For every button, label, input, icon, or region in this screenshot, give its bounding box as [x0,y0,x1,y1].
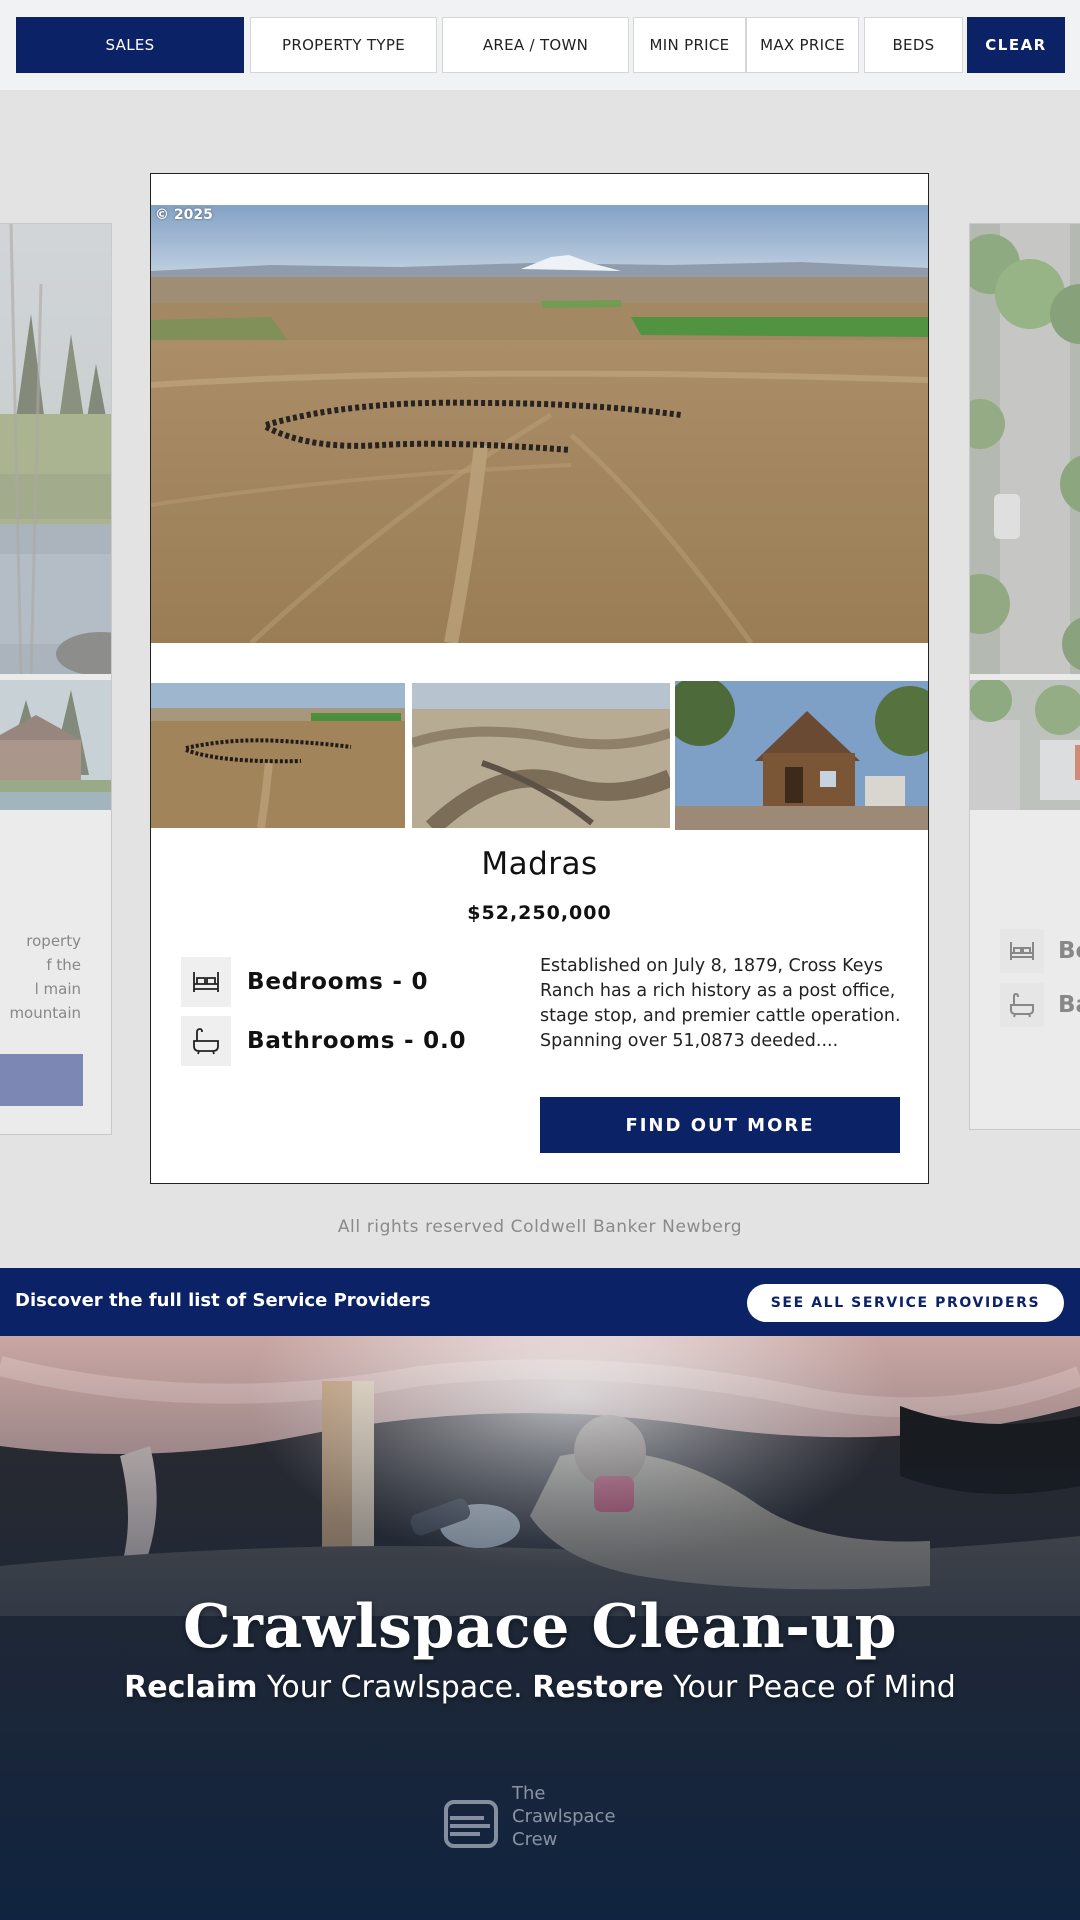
logo-line: Crawlspace [512,1806,616,1827]
logo-line: Crew [512,1829,558,1850]
bathrooms-feature: Bathrooms - 0.0 [181,1016,466,1066]
filter-area-town-dropdown[interactable]: AREA / TOWN [442,17,629,73]
description-line: mountain [9,1004,81,1022]
bathrooms-label: Ba [1058,992,1080,1018]
subtitle-text-2: Your Peace of Mind [663,1670,956,1705]
photo-copyright: © 2025 [155,207,213,223]
listing-thumbnail-1[interactable] [151,683,405,828]
listing-hero-photo[interactable] [151,205,928,643]
banner-subtitle: Reclaim Your Crawlspace. Restore Your Pe… [0,1670,1080,1705]
next-listing-card[interactable]: Be Ba [969,223,1080,1130]
listing-card: © 2025 Madras $52,250,000 Bedrooms - 0 B… [150,173,929,1184]
listing-price: $52,250,000 [467,902,612,924]
logo-mark-icon [444,1800,498,1848]
next-listing-bedrooms: Be [1000,929,1080,973]
bathtub-icon [1000,983,1044,1027]
next-listing-bathrooms: Ba [1000,983,1080,1027]
logo-line: The [512,1783,546,1804]
filter-beds-dropdown[interactable]: BEDS [864,17,963,73]
bathtub-icon [181,1016,231,1066]
listing-town: Madras [481,846,598,882]
crawlspace-banner[interactable]: Crawlspace Clean-up Reclaim Your Crawlsp… [0,1336,1080,1920]
description-line: roperty [26,932,81,950]
clear-filters-button[interactable]: CLEAR [967,17,1065,73]
subtitle-text-1: Your Crawlspace. [257,1670,533,1705]
service-providers-band: Discover the full list of Service Provid… [0,1268,1080,1336]
crawlspace-crew-logo: The Crawlspace Crew [440,1782,640,1862]
bedrooms-label: Be [1058,938,1080,964]
filter-sales-button[interactable]: SALES [16,17,244,73]
subtitle-bold-1: Reclaim [124,1670,258,1705]
description-line: f the [46,956,81,974]
filter-max-price-dropdown[interactable]: MAX PRICE [746,17,859,73]
bedrooms-label: Bedrooms - 0 [247,969,429,995]
previous-find-out-more-button[interactable] [0,1054,83,1106]
listing-description: Established on July 8, 1879, Cross Keys … [540,956,901,1051]
listing-thumbnail-3[interactable] [675,681,928,830]
bed-icon [181,957,231,1007]
logo-text: The Crawlspace Crew [512,1782,616,1851]
bathrooms-label: Bathrooms - 0.0 [247,1028,467,1054]
find-out-more-button[interactable]: FIND OUT MORE [540,1097,900,1153]
bed-icon [1000,929,1044,973]
banner-title: Crawlspace Clean-up [182,1592,898,1662]
filter-min-price-dropdown[interactable]: MIN PRICE [633,17,746,73]
see-all-service-providers-button[interactable]: SEE ALL SERVICE PROVIDERS [747,1284,1064,1322]
subtitle-bold-2: Restore [532,1670,664,1705]
previous-listing-description: roperty f the l main mountain [0,929,81,1025]
description-line: l main [34,980,81,998]
previous-listing-card[interactable]: roperty f the l main mountain [0,223,112,1135]
service-providers-text: Discover the full list of Service Provid… [15,1290,431,1311]
filter-bar: SALES PROPERTY TYPE AREA / TOWN MIN PRIC… [0,0,1080,90]
bedrooms-feature: Bedrooms - 0 [181,957,428,1007]
copyright-footer: All rights reserved Coldwell Banker Newb… [337,1217,743,1237]
filter-property-type-dropdown[interactable]: PROPERTY TYPE [250,17,437,73]
listing-thumbnail-2[interactable] [412,683,670,828]
